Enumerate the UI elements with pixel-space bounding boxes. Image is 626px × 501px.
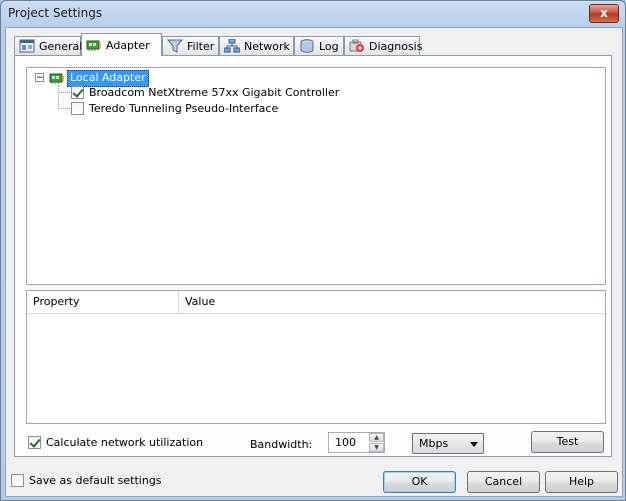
tab-adapter[interactable]: Adapter: [81, 33, 162, 56]
diagnosis-icon: [349, 39, 365, 53]
help-button[interactable]: Help: [545, 471, 618, 493]
chevron-down-icon: [470, 442, 478, 447]
test-button[interactable]: Test: [531, 431, 604, 453]
tab-network-label: Network: [244, 39, 290, 53]
tab-diagnosis[interactable]: Diagnosis: [344, 36, 423, 55]
close-button[interactable]: x: [589, 4, 619, 23]
calculate-utilization-option[interactable]: Calculate network utilization: [28, 436, 203, 449]
dialog-client-area: General Adapter Filter Network Log Diagn…: [5, 27, 623, 497]
tree-item-broadcom[interactable]: Broadcom NetXtreme 57xx Gigabit Controll…: [71, 85, 339, 100]
unit-select-value: Mbps: [419, 437, 449, 450]
save-default-label: Save as default settings: [29, 474, 162, 487]
calculate-utilization-label: Calculate network utilization: [46, 436, 204, 449]
tree-item-label: Broadcom NetXtreme 57xx Gigabit Controll…: [89, 86, 340, 99]
property-grid-header: Property Value: [27, 291, 605, 314]
ok-button[interactable]: OK: [383, 471, 456, 493]
adapter-icon: [86, 38, 102, 52]
database-icon: [299, 39, 315, 53]
calculate-utilization-checkbox[interactable]: [28, 436, 41, 449]
tab-diagnosis-label: Diagnosis: [369, 39, 423, 53]
tab-log[interactable]: Log: [294, 36, 344, 55]
bandwidth-unit-select[interactable]: Mbps: [412, 433, 484, 454]
title-bar[interactable]: Project Settings x: [1, 1, 625, 27]
tab-general[interactable]: General: [14, 36, 83, 55]
stepper-down-icon[interactable]: ▼: [369, 443, 384, 452]
save-default-checkbox[interactable]: [11, 474, 24, 487]
tab-network[interactable]: Network: [219, 36, 294, 55]
general-icon: [19, 39, 35, 53]
tab-log-label: Log: [319, 39, 339, 53]
bandwidth-value[interactable]: 100: [335, 436, 356, 449]
column-header-property[interactable]: Property: [27, 291, 179, 313]
tree-collapse-toggle[interactable]: −: [35, 73, 44, 83]
save-default-option[interactable]: Save as default settings: [11, 474, 162, 487]
teredo-checkbox[interactable]: [71, 102, 84, 115]
filter-funnel-icon: [166, 39, 184, 53]
tab-general-label: General: [39, 39, 83, 53]
cancel-button[interactable]: Cancel: [467, 471, 540, 493]
bandwidth-stepper[interactable]: 100 ▲ ▼: [328, 432, 385, 453]
stepper-up-icon[interactable]: ▲: [369, 433, 384, 442]
stepper-buttons: ▲ ▼: [369, 433, 384, 452]
tab-filter[interactable]: Filter: [162, 36, 219, 55]
network-icon: [223, 38, 241, 53]
adapter-tree[interactable]: − Local Adapter Broadcom NetXtreme 57xx …: [26, 67, 606, 285]
adapter-tab-panel: − Local Adapter Broadcom NetXtreme 57xx …: [14, 55, 612, 457]
property-grid[interactable]: Property Value: [26, 290, 606, 424]
project-settings-window: Project Settings x General Adapter Filte…: [0, 0, 626, 501]
tab-filter-label: Filter: [187, 39, 215, 53]
tree-item-label: Teredo Tunneling Pseudo-Interface: [89, 102, 279, 115]
window-title: Project Settings: [8, 6, 103, 20]
tab-adapter-label: Adapter: [106, 38, 150, 52]
broadcom-checkbox[interactable]: [71, 86, 84, 99]
adapter-icon: [49, 71, 65, 85]
tree-connector: [58, 85, 59, 109]
bandwidth-label: Bandwidth:: [250, 438, 313, 451]
tree-connector: [58, 92, 70, 93]
tree-item-teredo[interactable]: Teredo Tunneling Pseudo-Interface: [71, 101, 278, 116]
column-header-value[interactable]: Value: [179, 291, 605, 313]
tree-connector: [58, 108, 70, 109]
